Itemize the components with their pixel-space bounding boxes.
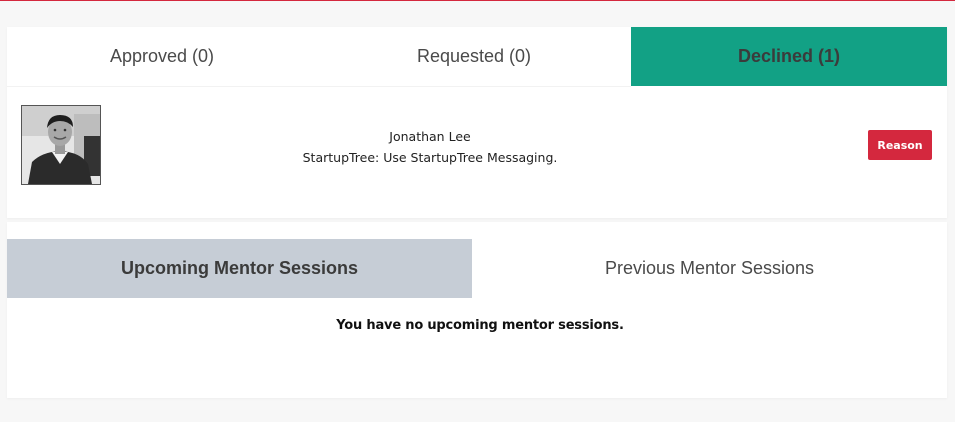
request-message: StartupTree: Use StartupTree Messaging.	[302, 150, 558, 165]
avatar-photo	[22, 106, 100, 184]
tab-requested[interactable]: Requested (0)	[317, 27, 631, 86]
top-accent-line	[0, 0, 955, 1]
tab-upcoming-sessions[interactable]: Upcoming Mentor Sessions	[7, 239, 472, 298]
request-status-tabs: Approved (0) Requested (0) Declined (1)	[7, 27, 947, 86]
mentor-sessions-panel: Upcoming Mentor Sessions Previous Mentor…	[7, 222, 947, 398]
reason-button[interactable]: Reason	[868, 130, 932, 160]
mentor-name: Jonathan Lee	[389, 129, 471, 144]
avatar[interactable]	[21, 105, 101, 185]
tab-declined[interactable]: Declined (1)	[631, 27, 947, 86]
session-tabs: Upcoming Mentor Sessions Previous Mentor…	[7, 239, 947, 298]
request-details: Jonathan Lee StartupTree: Use StartupTre…	[237, 126, 623, 168]
tab-approved[interactable]: Approved (0)	[7, 27, 317, 86]
mentor-requests-panel: Approved (0) Requested (0) Declined (1)	[7, 27, 947, 218]
declined-request-row: Jonathan Lee StartupTree: Use StartupTre…	[7, 87, 947, 218]
no-sessions-message: You have no upcoming mentor sessions.	[336, 318, 624, 333]
tab-previous-sessions[interactable]: Previous Mentor Sessions	[472, 239, 947, 298]
